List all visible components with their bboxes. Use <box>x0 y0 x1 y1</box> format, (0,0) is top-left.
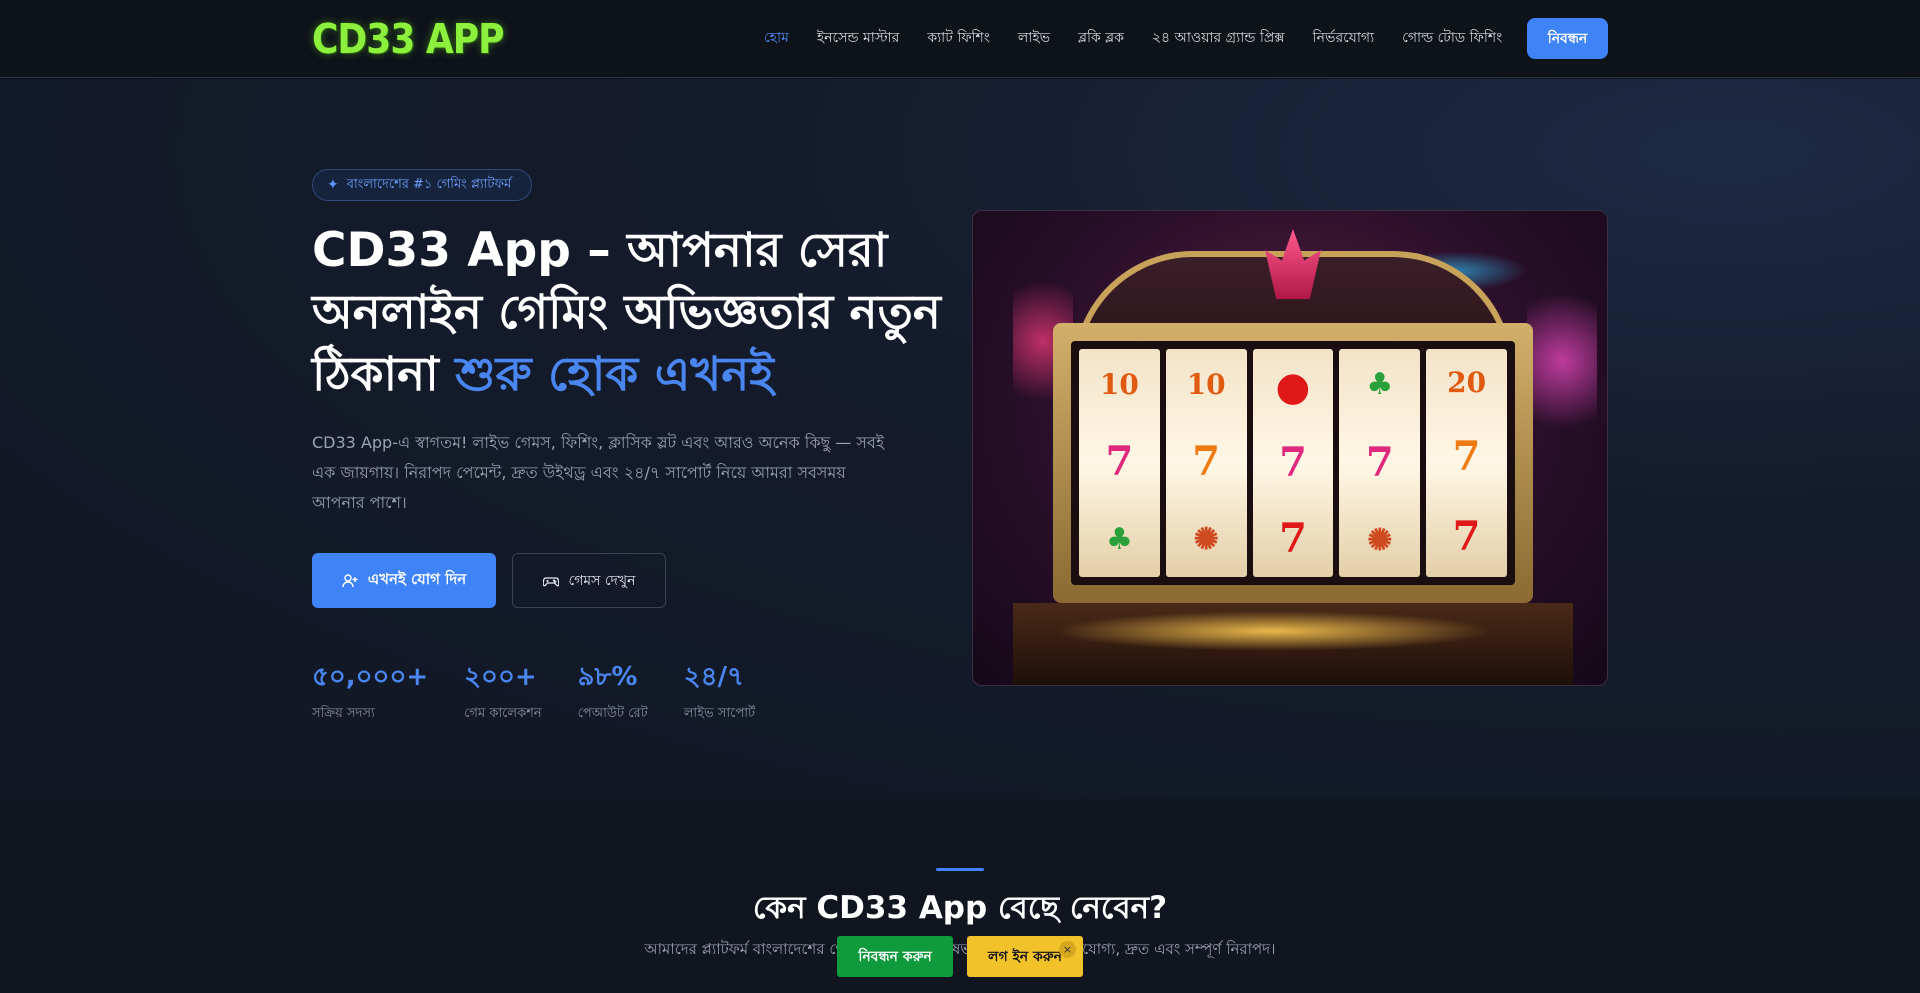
section-subtitle: আমাদের প্ল্যাটফর্ম বাংলাদেশের গেমারদের জ… <box>644 940 1276 958</box>
slot-reel: ♣ 7 ✺ <box>1339 349 1421 577</box>
view-games-button[interactable]: গেমস দেখুন <box>512 553 666 608</box>
platform-badge: ✦ বাংলাদেশের #১ গেমিং প্ল্যাটফর্ম <box>312 169 532 201</box>
slot-symbol-chip: ✺ <box>1193 522 1219 558</box>
close-icon[interactable]: × <box>1059 941 1076 958</box>
nav-item-grand-prix[interactable]: ২৪ আওয়ার গ্র্যান্ড প্রিক্স <box>1152 26 1285 50</box>
stat-value: ৫০,০০০+ <box>312 662 429 692</box>
stat-label: গেম কালেকশন <box>464 706 542 721</box>
stat-label: লাইভ সাপোর্ট <box>683 706 756 721</box>
site-header: CD33 APP হোম ইনসেন্ড মাস্টার ক্যাট ফিশিং… <box>0 0 1920 78</box>
section-title: কেন CD33 App বেছে নেবেন? <box>752 890 1168 926</box>
slot-symbol-clover: ♣ <box>1105 522 1133 558</box>
user-plus-icon <box>342 573 358 589</box>
nav-item-blocky-block[interactable]: ব্লকি ব্লক <box>1078 26 1124 50</box>
slot-symbol-7: 7 <box>1279 439 1307 486</box>
stat-game-collection: ২০০+ গেম কালেকশন <box>464 656 541 725</box>
slot-symbol-7: 7 <box>1365 438 1394 486</box>
slot-symbol-7: 7 <box>1279 515 1307 562</box>
slot-symbol-7: 7 <box>1105 437 1134 485</box>
stat-active-members: ৫০,০০০+ সক্রিয় সদস্য <box>312 656 428 725</box>
slot-reels: 10 7 ♣ 10 7 ✺ ● 7 7 ♣ 7 ✺ 20 7 7 <box>1071 341 1515 585</box>
slot-symbol-10: 10 <box>1186 367 1226 401</box>
nav-item-incense-master[interactable]: ইনসেন্ড মাস্টার <box>817 26 899 50</box>
section-divider <box>936 868 984 871</box>
slot-symbol-20: 20 <box>1447 366 1487 399</box>
slot-symbol-7: 7 <box>1452 433 1481 480</box>
gamepad-icon <box>542 573 559 589</box>
join-now-label: এখনই যোগ দিন <box>367 570 467 588</box>
stat-live-support: ২৪/৭ লাইভ সাপোর্ট <box>684 656 755 725</box>
slot-symbol-cherry: ● <box>1275 363 1311 410</box>
slot-machine-image: 10 7 ♣ 10 7 ✺ ● 7 7 ♣ 7 ✺ 20 7 7 <box>972 210 1608 686</box>
nav-item-home[interactable]: হোম <box>764 26 789 50</box>
hero-subtext: CD33 App-এ স্বাগতম! লাইভ গেমস, ফিশিং, ক্… <box>312 433 885 512</box>
coins-pile <box>1053 611 1493 651</box>
stat-value: ২০০+ <box>464 662 537 692</box>
view-games-label: গেমস দেখুন <box>568 572 636 589</box>
headline-accent: শুরু হোক এখনই <box>455 347 774 402</box>
machine-body: 10 7 ♣ 10 7 ✺ ● 7 7 ♣ 7 ✺ 20 7 7 <box>1053 323 1533 603</box>
stat-label: পেআউট রেট <box>577 706 648 721</box>
sparkle-icon: ✦ <box>327 177 339 193</box>
nav-item-gold-toad-fishing[interactable]: গোল্ড টোড ফিশিং <box>1402 26 1502 50</box>
slot-reel: 10 7 ✺ <box>1165 349 1247 577</box>
slot-symbol-clover: ♣ <box>1366 367 1394 403</box>
main-nav: হোম ইনসেন্ড মাস্টার ক্যাট ফিশিং লাইভ ব্ল… <box>764 0 1530 76</box>
stat-value: ৯৮% <box>577 662 638 692</box>
stat-payout-rate: ৯৮% পেআউট রেট <box>578 656 648 725</box>
slot-symbol-10: 10 <box>1099 367 1139 401</box>
join-now-button[interactable]: এখনই যোগ দিন <box>312 553 496 608</box>
hero-section <box>0 79 1920 799</box>
nav-item-live[interactable]: লাইভ <box>1018 26 1050 50</box>
nav-item-reliable[interactable]: নির্ভরযোগ্য <box>1313 26 1374 50</box>
slot-symbol-chip: ✺ <box>1367 522 1393 558</box>
stat-label: সক্রিয় সদস্য <box>312 706 375 721</box>
slot-symbol-7: 7 <box>1192 437 1221 485</box>
neon-glow <box>1527 271 1597 451</box>
stat-value: ২৪/৭ <box>683 662 744 692</box>
badge-text: বাংলাদেশের #১ গেমিং প্ল্যাটফর্ম <box>346 176 512 192</box>
register-button[interactable]: নিবন্ধন <box>1527 18 1608 59</box>
floating-register-button[interactable]: নিবন্ধন করুন <box>837 936 953 977</box>
logo[interactable]: CD33 APP <box>312 16 505 67</box>
slot-symbol-7: 7 <box>1452 513 1481 560</box>
stats-row: ৫০,০০০+ সক্রিয় সদস্য ২০০+ গেম কালেকশন ৯… <box>312 656 791 725</box>
hero-headline: CD33 App – আপনার সেরা অনলাইন গেমিং অভিজ্… <box>312 220 952 406</box>
slot-reel: ● 7 7 <box>1252 349 1334 577</box>
slot-reel: 20 7 7 <box>1426 349 1507 577</box>
slot-reel: 10 7 ♣ <box>1079 349 1160 577</box>
nav-item-cat-fishing[interactable]: ক্যাট ফিশিং <box>927 26 990 50</box>
